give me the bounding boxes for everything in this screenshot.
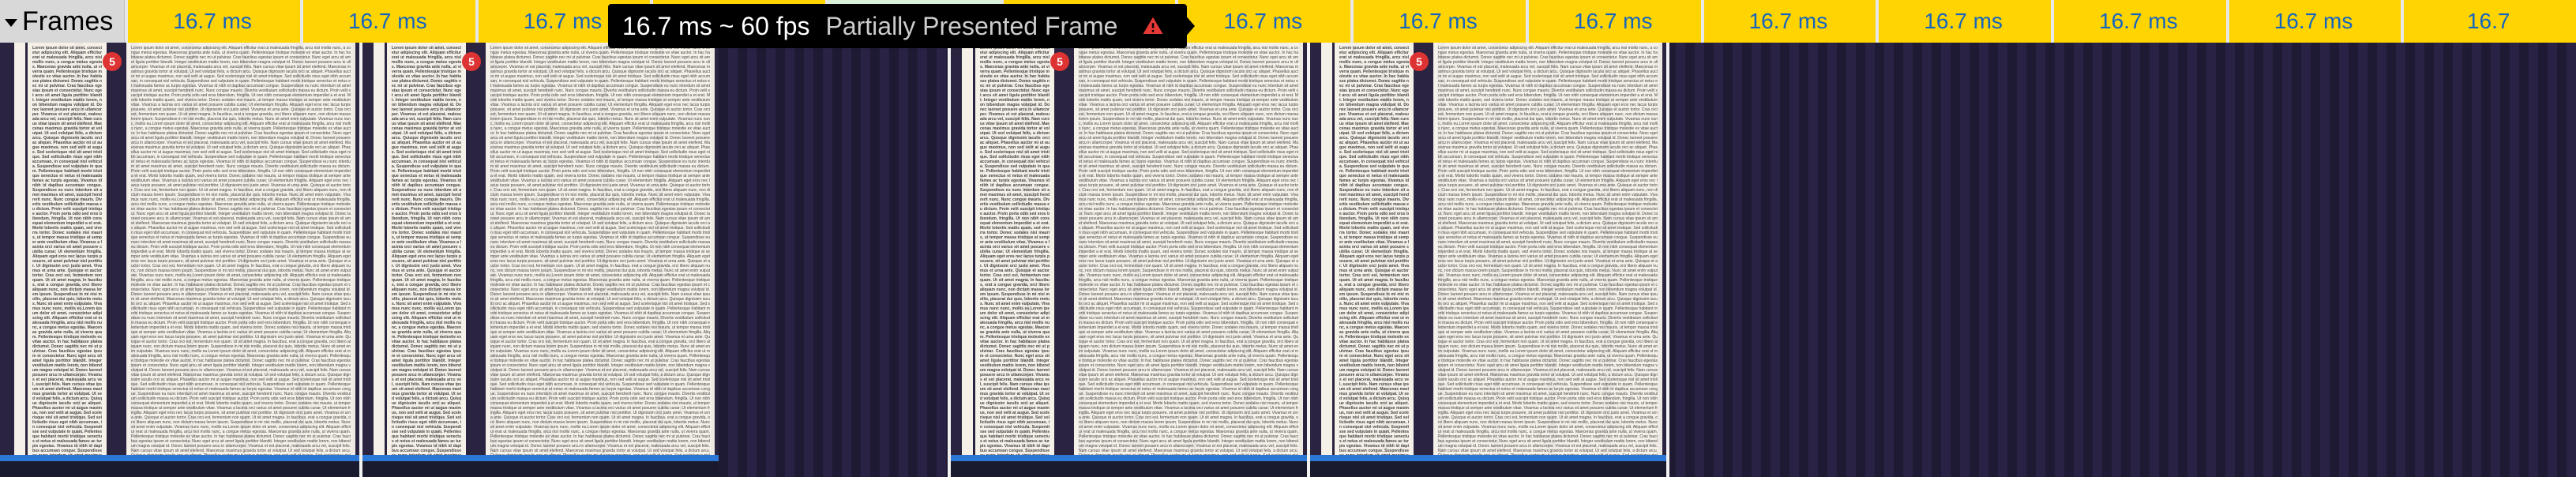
frame-screenshot[interactable]: Lorem ipsum dolor sit amet, consectetur … [359, 43, 719, 461]
frame-screenshot[interactable]: Lorem ipsum dolor sit amet, consectetur … [1307, 43, 1666, 461]
frame-screenshot[interactable]: Lorem ipsum dolor sit amet, consectetur … [0, 43, 359, 461]
screenshot-text: Lorem ipsum dolor sit amet, consectetur … [1074, 43, 1303, 461]
screenshot-text: Lorem ipsum dolor sit amet, consectetur … [28, 43, 107, 461]
frame-screenshot[interactable]: Lorem ipsum dolor sit amet, consectetur … [948, 43, 1307, 461]
chevron-down-icon [5, 19, 17, 27]
screenshot-badge: 5 [1050, 52, 1069, 71]
frame-segment-label: 16.7 ms [2099, 9, 2178, 34]
filmstrip-gap [719, 43, 948, 477]
frame-segment[interactable]: 16.7 ms [1701, 0, 1876, 43]
frame-segments: 16.7 ms 16.7 ms 16.7 ms 16.7 ms 16.7 ms 16.7 … [125, 0, 2576, 43]
frame-segment-label: 16.7 ms [1749, 9, 1828, 34]
screenshot-text: Lorem ipsum dolor sit amet, consectetur … [486, 43, 715, 461]
frames-filmstrip: Lorem ipsum dolor sit amet, consectetur … [0, 43, 2576, 477]
frame-segment-label: 16.7 ms [524, 9, 603, 34]
frame-segment[interactable]: 16.7 ms [2051, 0, 2226, 43]
warning-icon [1141, 14, 1165, 38]
frame-tooltip: 16.7 ms ~ 60 fps Partially Presented Fra… [608, 4, 1187, 48]
screenshot-text: Lorem ipsum dolor sit amet, consectetur … [1433, 43, 1662, 461]
frame-segment[interactable]: 16.7 ms [300, 0, 475, 43]
frame-boundary [1307, 43, 1310, 477]
frame-segment-label: 16.7 ms [1399, 9, 1478, 34]
frame-segment[interactable]: 16.7 ms [1526, 0, 1701, 43]
screenshot-text: Lorem ipsum dolor sit amet, consectetur … [387, 43, 466, 461]
frame-segment[interactable]: 16.7 [2401, 0, 2576, 43]
tooltip-subtitle: Partially Presented Frame [825, 12, 1117, 41]
filmstrip-gap [1666, 43, 2576, 477]
frame-segment-label: 16.7 ms [1924, 9, 2003, 34]
frames-track-header: Frames 16.7 ms16.7 ms16.7 ms16.7 ms16.7 … [0, 0, 2576, 43]
frame-segment-label: 16.7 ms [173, 9, 252, 34]
frame-segment-label: 16.7 [2467, 9, 2510, 34]
frame-segment-label: 16.7 ms [348, 9, 427, 34]
tooltip-time: 16.7 ms ~ 60 fps [622, 12, 809, 41]
screenshot-badge: 5 [103, 52, 122, 71]
frame-segment[interactable]: 16.7 ms [1350, 0, 1526, 43]
frame-segment[interactable]: 16.7 ms [2226, 0, 2401, 43]
frame-boundary [359, 43, 362, 477]
frame-segment-label: 16.7 ms [2274, 9, 2353, 34]
screenshot-badge: 5 [1410, 52, 1429, 71]
frames-label: Frames [22, 6, 113, 37]
frame-boundary [948, 43, 951, 477]
frame-segment[interactable]: 16.7 ms [1175, 0, 1350, 43]
screenshot-badge: 5 [462, 52, 481, 71]
frame-segment-label: 16.7 ms [1224, 9, 1303, 34]
screenshot-text: Lorem ipsum dolor sit amet, consectetur … [126, 43, 355, 461]
frame-segment[interactable]: 16.7 ms [125, 0, 300, 43]
frames-toggle-button[interactable]: Frames [0, 0, 125, 43]
frame-boundary [1666, 43, 1669, 477]
screenshot-text: Lorem ipsum dolor sit amet, consectetur … [975, 43, 1054, 461]
screenshot-text: Lorem ipsum dolor sit amet, consectetur … [1335, 43, 1414, 461]
frame-segment[interactable]: 16.7 ms [1876, 0, 2051, 43]
tooltip-arrow-icon [1184, 13, 1195, 39]
frame-segment-label: 16.7 ms [1574, 9, 1653, 34]
